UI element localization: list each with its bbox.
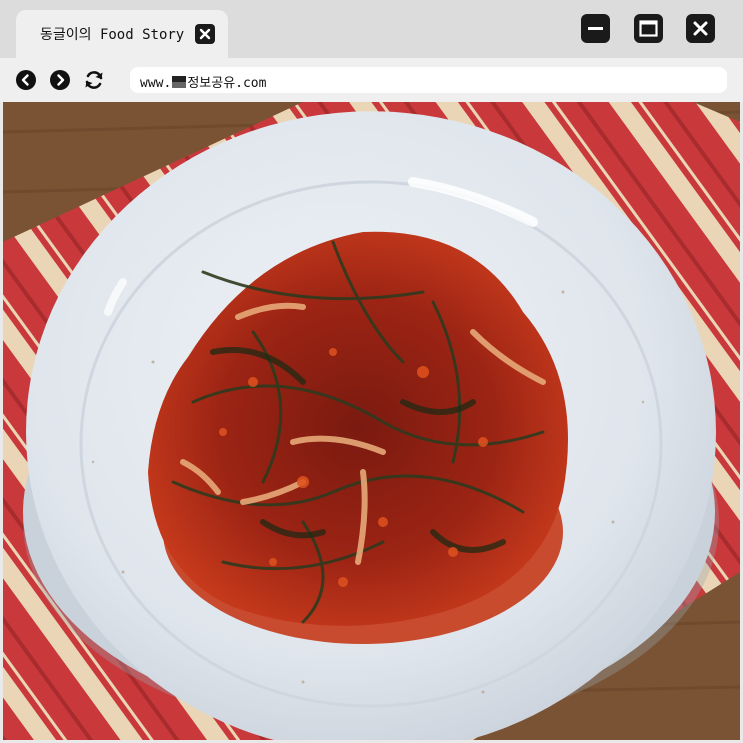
browser-window: 동글이의 Food Story www. 정보공유.com [0,0,743,743]
chevron-right-icon [57,74,65,86]
navigation-bar: www. 정보공유.com [0,58,743,102]
tab-title: 동글이의 Food Story [40,27,185,43]
maximize-button[interactable] [634,14,663,43]
tab-close-icon[interactable] [195,24,215,44]
reload-button[interactable] [82,68,106,92]
window-close-button[interactable] [686,14,715,43]
address-bar[interactable]: www. 정보공유.com [130,67,727,93]
forward-button[interactable] [50,70,70,90]
back-button[interactable] [16,70,36,90]
reload-icon [85,71,103,89]
content-photo [3,102,740,740]
tab-active[interactable]: 동글이의 Food Story [16,10,228,58]
close-icon [693,21,708,36]
flag-icon [172,76,187,88]
kimchi-plate-photo [3,102,740,740]
minimize-icon [588,27,603,30]
url-text: www. 정보공유.com [140,72,266,91]
tab-strip: 동글이의 Food Story [0,0,743,58]
url-suffix: .com [235,76,267,91]
minimize-button[interactable] [581,14,610,43]
chevron-left-icon [21,74,29,86]
maximize-icon [639,20,658,37]
url-domain: 정보공유 [187,76,236,91]
url-prefix: www. [140,76,172,91]
